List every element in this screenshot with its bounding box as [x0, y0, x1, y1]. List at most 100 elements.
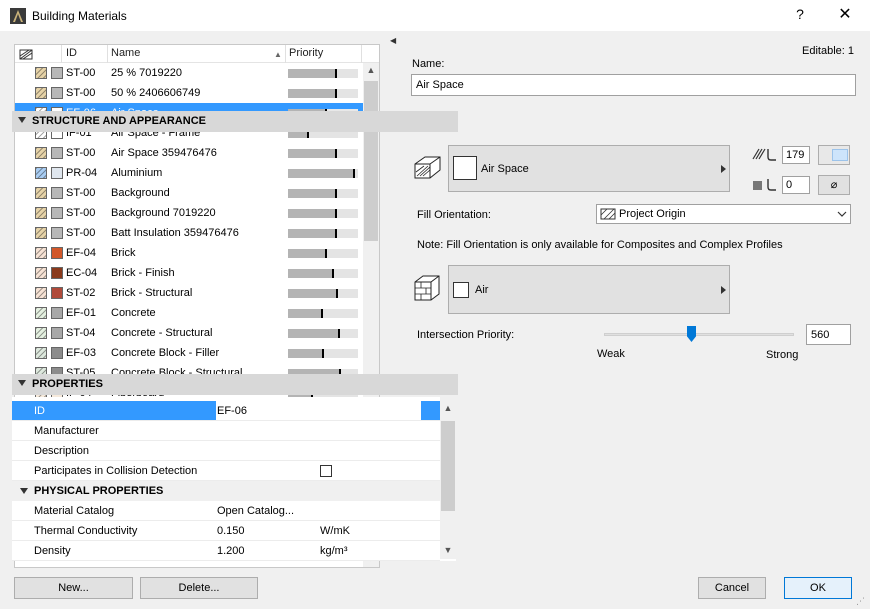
- priority-bar: [288, 169, 358, 178]
- collapse-triangle-icon: [20, 488, 28, 494]
- material-name: Brick - Finish: [111, 267, 175, 279]
- header-priority[interactable]: Priority: [289, 47, 323, 59]
- scroll-up-icon[interactable]: ▲: [363, 65, 379, 75]
- pen-color-button[interactable]: [818, 145, 850, 165]
- material-name: Background 7019220: [111, 207, 216, 219]
- cut-fill-icon: [414, 156, 441, 179]
- material-name: GENERIC - INTERNAL CLADDING: [111, 567, 285, 568]
- material-name: Brick: [111, 247, 136, 259]
- transparent-background-button[interactable]: ⌀: [818, 175, 850, 195]
- cut-fill-swatch: [35, 287, 47, 299]
- property-row-material-catalog[interactable]: Material Catalog Open Catalog...: [12, 501, 440, 521]
- chevron-down-icon: [837, 211, 847, 217]
- help-button[interactable]: ?: [790, 6, 810, 22]
- priority-bar: [288, 69, 358, 78]
- chevron-right-icon: [721, 286, 726, 294]
- intersection-priority-slider[interactable]: [604, 326, 794, 344]
- pen-number-input[interactable]: [782, 146, 810, 164]
- header-name[interactable]: Name: [111, 47, 140, 59]
- window-title: Building Materials: [32, 9, 127, 23]
- ok-button[interactable]: OK: [784, 577, 852, 599]
- priority-fill: [288, 289, 338, 298]
- property-row-id[interactable]: ID EF-06: [12, 401, 440, 421]
- open-catalog-link[interactable]: Open Catalog...: [217, 505, 294, 517]
- property-row-collision[interactable]: Participates in Collision Detection: [12, 461, 440, 481]
- list-item[interactable]: IC-00 GENERIC - INTERNAL CLADDING: [15, 563, 363, 568]
- material-name: Concrete Block - Filler: [111, 347, 220, 359]
- slider-thumb[interactable]: [687, 326, 696, 342]
- cut-fill-swatch: [35, 347, 47, 359]
- cut-fill-button[interactable]: Air Space: [448, 145, 730, 192]
- collapse-triangle-icon: [18, 380, 26, 386]
- intersection-priority-label: Intersection Priority:: [417, 329, 515, 341]
- priority-bar: [288, 189, 358, 198]
- properties-section[interactable]: PROPERTIES: [12, 374, 458, 395]
- header-id[interactable]: ID: [66, 47, 77, 59]
- surface-swatch: [453, 282, 469, 298]
- fill-orientation-value: Project Origin: [619, 208, 686, 220]
- intersection-priority-input[interactable]: [806, 324, 851, 345]
- property-row-thermal-conductivity[interactable]: Thermal Conductivity 0.150 W/mK: [12, 521, 440, 541]
- property-row-manufacturer[interactable]: Manufacturer: [12, 421, 440, 441]
- pen-color-swatch: [832, 149, 848, 161]
- fill-orientation-dropdown[interactable]: Project Origin: [596, 204, 851, 224]
- property-row-density[interactable]: Density 1.200 kg/m³: [12, 541, 440, 561]
- cut-fill-swatch: [35, 87, 47, 99]
- list-item[interactable]: ST-00 25 % 7019220: [15, 63, 363, 83]
- cut-fill-swatch: [35, 207, 47, 219]
- list-item[interactable]: EC-04 Brick - Finish: [15, 263, 363, 283]
- list-item[interactable]: EF-03 Concrete Block - Filler: [15, 343, 363, 363]
- property-value[interactable]: EF-06: [217, 405, 247, 417]
- archicad-app-icon: [10, 8, 26, 24]
- structure-appearance-section[interactable]: STRUCTURE AND APPEARANCE: [12, 111, 458, 132]
- sort-ascending-icon: ▲: [274, 50, 282, 59]
- surface-button[interactable]: Air: [448, 265, 730, 314]
- collision-checkbox[interactable]: [320, 465, 332, 477]
- list-item[interactable]: ST-00 Batt Insulation 359476476: [15, 223, 363, 243]
- list-item[interactable]: ST-00 Air Space 359476476: [15, 143, 363, 163]
- priority-fill: [288, 329, 340, 338]
- property-value[interactable]: 1.200: [217, 545, 245, 557]
- list-item[interactable]: EF-04 Brick: [15, 243, 363, 263]
- swatch-column-icon[interactable]: [19, 48, 33, 60]
- cut-fill-swatch: [35, 147, 47, 159]
- collapse-left-icon[interactable]: ◀: [390, 36, 396, 45]
- cancel-button[interactable]: Cancel: [698, 577, 766, 599]
- cut-fill-swatch: [35, 307, 47, 319]
- priority-fill: [288, 269, 334, 278]
- properties-scrollbar[interactable]: ▲ ▼: [440, 397, 456, 559]
- list-item[interactable]: EF-01 Concrete: [15, 303, 363, 323]
- list-scroll-thumb[interactable]: [364, 81, 378, 241]
- id-edit-marker[interactable]: [421, 401, 440, 420]
- scroll-up-icon[interactable]: ▲: [440, 403, 456, 413]
- list-item[interactable]: PR-04 Aluminium: [15, 163, 363, 183]
- property-unit: kg/m³: [320, 545, 348, 557]
- name-input[interactable]: [411, 74, 856, 96]
- physical-properties-group[interactable]: PHYSICAL PROPERTIES: [12, 481, 440, 501]
- material-name: Concrete - Structural: [111, 327, 213, 339]
- properties-table: ID EF-06 Manufacturer Description Partic…: [12, 397, 456, 561]
- scroll-down-icon[interactable]: ▼: [440, 545, 456, 555]
- list-item[interactable]: ST-02 Brick - Structural: [15, 283, 363, 303]
- background-pen-input[interactable]: [782, 176, 810, 194]
- surface-swatch: [51, 147, 63, 159]
- resize-grip-icon[interactable]: ⋰: [856, 596, 865, 607]
- delete-button[interactable]: Delete...: [140, 577, 258, 599]
- close-button[interactable]: ✕: [834, 4, 856, 24]
- new-button[interactable]: New...: [14, 577, 133, 599]
- material-id: ST-00: [66, 207, 96, 219]
- list-item[interactable]: ST-04 Concrete - Structural: [15, 323, 363, 343]
- property-value[interactable]: 0.150: [217, 525, 245, 537]
- property-name: Thermal Conductivity: [34, 525, 138, 537]
- list-item[interactable]: ST-00 50 % 2406606749: [15, 83, 363, 103]
- property-name: Density: [34, 545, 71, 557]
- list-item[interactable]: ST-00 Background 7019220: [15, 203, 363, 223]
- section-title: PROPERTIES: [32, 378, 103, 390]
- properties-scroll-thumb[interactable]: [441, 421, 455, 511]
- list-item[interactable]: ST-00 Background: [15, 183, 363, 203]
- property-row-description[interactable]: Description: [12, 441, 440, 461]
- priority-bar: [288, 309, 358, 318]
- surface-swatch: [51, 227, 63, 239]
- surface-swatch: [51, 67, 63, 79]
- slider-track: [604, 333, 794, 336]
